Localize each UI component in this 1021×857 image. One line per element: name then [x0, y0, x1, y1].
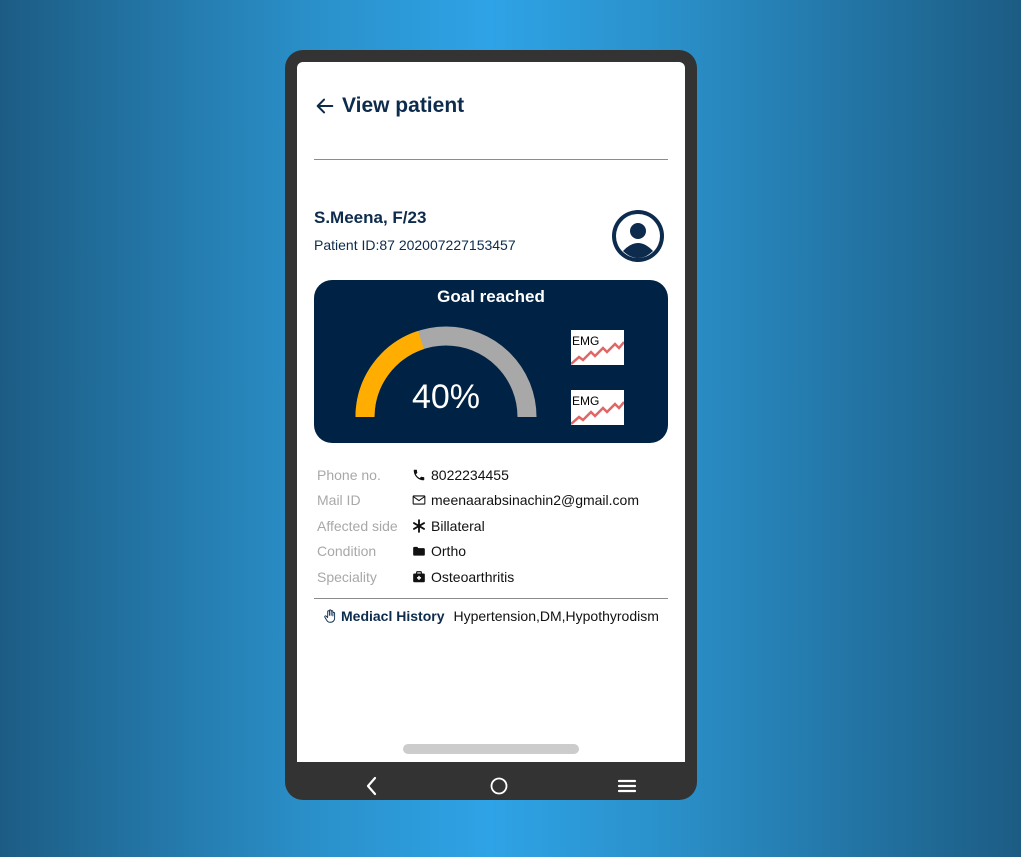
mail-value: meenaarabsinachin2@gmail.com: [431, 492, 639, 509]
detail-label: Affected side: [317, 517, 398, 534]
medical-history-label: Mediacl History: [341, 608, 445, 624]
patient-details: Phone no. 8022234455 Mail ID meenaarabsi…: [317, 462, 639, 590]
medical-history: Mediacl History Hypertension,DM,Hypothyr…: [323, 608, 659, 624]
goal-percent: 40%: [411, 378, 481, 416]
detail-label: Phone no.: [317, 466, 381, 483]
detail-row-condition: Condition Ortho: [317, 539, 639, 565]
mail-icon: [412, 495, 426, 505]
emg-label: EMG: [572, 334, 600, 348]
asterisk-icon: [412, 518, 426, 533]
arrow-left-icon[interactable]: [314, 95, 336, 117]
medical-kit-icon: [413, 570, 425, 582]
phone-value: 8022234455: [431, 466, 509, 483]
page-title: View patient: [342, 94, 465, 117]
folder-icon: [413, 547, 425, 556]
phone-frame: View patient S.Meena, F/23 Patient ID:87…: [285, 50, 697, 800]
details-divider: [314, 598, 668, 599]
detail-row-mail: Mail ID meenaarabsinachin2@gmail.com: [317, 488, 639, 514]
android-navbar: [285, 762, 697, 800]
goal-card: Goal reached 40% EMG EMG: [314, 280, 668, 443]
affected-side-value: Billateral: [431, 517, 485, 534]
detail-row-phone: Phone no. 8022234455: [317, 462, 639, 488]
nav-home-icon[interactable]: [487, 774, 511, 798]
patient-name: S.Meena, F/23: [314, 208, 427, 227]
emg-thumbnail-1[interactable]: EMG: [571, 330, 624, 365]
hand-icon: [324, 608, 336, 623]
condition-value: Ortho: [431, 543, 467, 560]
emg-label: EMG: [572, 394, 600, 408]
detail-row-speciality: Speciality Osteoarthritis: [317, 564, 639, 590]
medical-history-value: Hypertension,DM,Hypothyrodism: [453, 608, 659, 624]
detail-label: Mail ID: [317, 492, 361, 509]
home-indicator[interactable]: [403, 744, 579, 754]
nav-back-icon[interactable]: [360, 774, 384, 798]
speciality-value: Osteoarthritis: [431, 568, 515, 585]
detail-label: Speciality: [317, 568, 377, 585]
app-screen: View patient S.Meena, F/23 Patient ID:87…: [297, 62, 685, 762]
user-avatar-icon[interactable]: [612, 210, 664, 262]
detail-row-affected-side: Affected side Billateral: [317, 513, 639, 539]
nav-menu-icon[interactable]: [615, 774, 639, 798]
app-header: View patient: [314, 94, 464, 118]
emg-thumbnail-2[interactable]: EMG: [571, 390, 624, 425]
detail-label: Condition: [317, 543, 377, 560]
phone-icon: [413, 469, 425, 480]
goal-title: Goal reached: [437, 287, 545, 306]
patient-id: Patient ID:87 202007227153457: [314, 237, 516, 253]
header-divider: [314, 159, 668, 160]
